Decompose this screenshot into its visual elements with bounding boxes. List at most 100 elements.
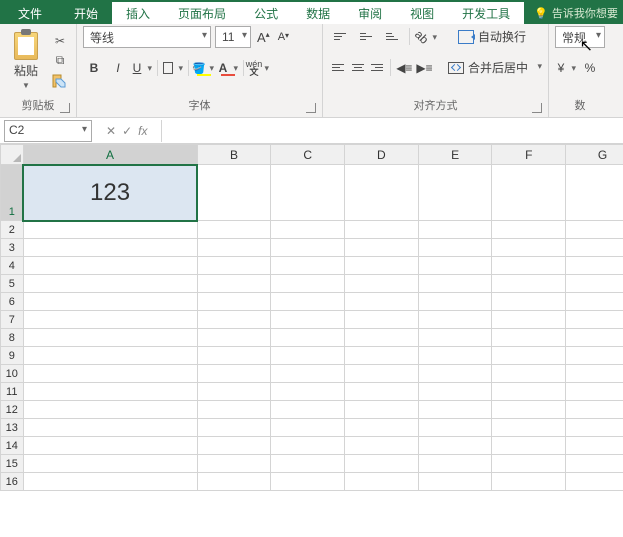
cell[interactable]: [492, 311, 566, 329]
cell[interactable]: [492, 221, 566, 239]
cell[interactable]: [492, 329, 566, 347]
percent-button[interactable]: %: [579, 58, 601, 78]
cell[interactable]: [566, 293, 623, 311]
col-header-e[interactable]: E: [418, 145, 492, 165]
cell[interactable]: [566, 347, 623, 365]
align-right-button[interactable]: [369, 58, 387, 78]
cell[interactable]: [23, 239, 197, 257]
align-center-button[interactable]: [349, 58, 367, 78]
cell[interactable]: [492, 401, 566, 419]
tab-home[interactable]: 开始: [60, 2, 112, 24]
row-header-4[interactable]: 4: [1, 257, 24, 275]
select-all-corner[interactable]: [1, 145, 24, 165]
font-size-combo[interactable]: 11: [215, 26, 251, 48]
cell[interactable]: [418, 437, 492, 455]
cell-a1[interactable]: 123: [23, 165, 197, 221]
cell[interactable]: [492, 275, 566, 293]
cell[interactable]: [197, 365, 271, 383]
cell[interactable]: [492, 293, 566, 311]
row-header-10[interactable]: 10: [1, 365, 24, 383]
col-header-b[interactable]: B: [197, 145, 271, 165]
cell[interactable]: [23, 437, 197, 455]
cell[interactable]: [345, 437, 419, 455]
cell[interactable]: [271, 401, 345, 419]
align-middle-button[interactable]: [355, 27, 377, 47]
phonetic-button[interactable]: wén文: [248, 58, 270, 78]
cell[interactable]: [566, 257, 623, 275]
cell[interactable]: [566, 473, 623, 491]
cell[interactable]: [271, 221, 345, 239]
cell[interactable]: [418, 347, 492, 365]
row-header-5[interactable]: 5: [1, 275, 24, 293]
cell[interactable]: [23, 311, 197, 329]
cell[interactable]: [418, 221, 492, 239]
insert-function-button[interactable]: fx: [138, 124, 147, 138]
cell[interactable]: [566, 329, 623, 347]
cell[interactable]: [197, 293, 271, 311]
row-header-14[interactable]: 14: [1, 437, 24, 455]
col-header-a[interactable]: A: [23, 145, 197, 165]
cell[interactable]: [23, 221, 197, 239]
tab-data[interactable]: 数据: [292, 2, 344, 24]
cell[interactable]: [418, 401, 492, 419]
cell[interactable]: [566, 419, 623, 437]
cell[interactable]: [271, 165, 345, 221]
cell[interactable]: [418, 329, 492, 347]
row-header-7[interactable]: 7: [1, 311, 24, 329]
cell[interactable]: [492, 239, 566, 257]
cell[interactable]: [418, 473, 492, 491]
cell[interactable]: [23, 329, 197, 347]
cell[interactable]: [566, 365, 623, 383]
wrap-text-button[interactable]: 自动换行: [454, 26, 530, 47]
border-button[interactable]: [162, 58, 184, 78]
clipboard-launcher[interactable]: [60, 103, 70, 113]
cell[interactable]: [492, 473, 566, 491]
row-header-13[interactable]: 13: [1, 419, 24, 437]
align-top-button[interactable]: [329, 27, 351, 47]
cell[interactable]: [197, 221, 271, 239]
cell[interactable]: [271, 311, 345, 329]
tell-me-search[interactable]: 💡 告诉我你想要: [524, 2, 623, 24]
cell[interactable]: [345, 473, 419, 491]
cell[interactable]: [418, 383, 492, 401]
cell[interactable]: [566, 455, 623, 473]
cell[interactable]: [23, 257, 197, 275]
cell[interactable]: [345, 401, 419, 419]
cell[interactable]: [197, 473, 271, 491]
cell[interactable]: [271, 347, 345, 365]
cell[interactable]: [197, 275, 271, 293]
cell[interactable]: [492, 347, 566, 365]
font-launcher[interactable]: [306, 103, 316, 113]
row-header-9[interactable]: 9: [1, 347, 24, 365]
copy-button[interactable]: ⧉: [50, 52, 70, 70]
col-header-d[interactable]: D: [345, 145, 419, 165]
alignment-launcher[interactable]: [532, 103, 542, 113]
tab-insert[interactable]: 插入: [112, 2, 164, 24]
col-header-c[interactable]: C: [271, 145, 345, 165]
cell[interactable]: [345, 347, 419, 365]
tab-view[interactable]: 视图: [396, 2, 448, 24]
decrease-indent-button[interactable]: ◀≡: [395, 58, 413, 78]
cut-button[interactable]: ✂: [50, 32, 70, 50]
cell[interactable]: [566, 383, 623, 401]
cell[interactable]: [418, 239, 492, 257]
cell[interactable]: [23, 275, 197, 293]
tab-developer[interactable]: 开发工具: [448, 2, 524, 24]
cell[interactable]: [197, 239, 271, 257]
cell[interactable]: [345, 383, 419, 401]
cell[interactable]: [271, 419, 345, 437]
increase-indent-button[interactable]: ▶≡: [415, 58, 433, 78]
accounting-format-button[interactable]: ¥: [555, 58, 577, 78]
cell[interactable]: [271, 437, 345, 455]
align-left-button[interactable]: [329, 58, 347, 78]
cell[interactable]: [197, 165, 271, 221]
cell[interactable]: [271, 329, 345, 347]
cell[interactable]: [418, 311, 492, 329]
cell[interactable]: [197, 401, 271, 419]
cell[interactable]: [566, 437, 623, 455]
cell[interactable]: [345, 275, 419, 293]
merge-center-button[interactable]: 合并后居中: [444, 57, 542, 78]
cell[interactable]: [418, 455, 492, 473]
cell[interactable]: [23, 365, 197, 383]
row-header-11[interactable]: 11: [1, 383, 24, 401]
